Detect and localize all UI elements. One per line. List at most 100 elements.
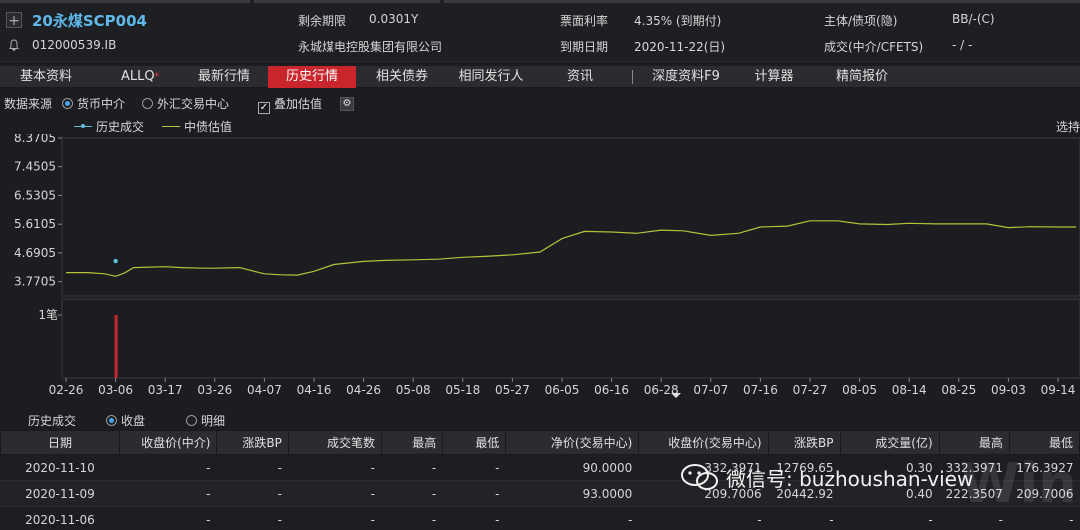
col-date[interactable]: 日期 [0,430,120,455]
history-trades-title: 历史成交 [28,414,77,428]
cell: 90.0000 [505,454,639,481]
cell: 209.7006 [1008,480,1080,507]
history-table: 日期 收盘价(中介) 涨跌BP 成交笔数 最高 最低 净价(交易中心) 收盘价(… [0,430,1080,530]
volume-y-tick-label: 1笔 [38,307,58,322]
x-tick-label: 06-16 [594,383,629,397]
rating-value: BB/-(C) [952,12,995,26]
tab-separator [632,70,633,84]
trade-value: - / - [952,38,973,52]
cell: 0.40 [839,480,940,507]
maturity-label: 到期日期 [560,40,609,54]
x-tick-label: 05-18 [445,383,480,397]
tab-related-bonds[interactable]: 相关债券 [362,66,442,88]
x-tick-label: 06-05 [545,383,580,397]
data-source-label: 数据来源 [4,97,53,111]
col-high[interactable]: 最高 [380,430,444,455]
top-bar-segment [0,0,250,3]
tab-news[interactable]: 资讯 [545,66,615,88]
trade-label: 成交(中介/CFETS) [824,40,924,54]
cell-date: 2020-11-06 [0,506,120,530]
legend-valuation[interactable]: 中债估值 [162,118,232,135]
col-low[interactable]: 最低 [442,430,507,455]
x-tick-label: 04-26 [346,383,381,397]
cell: 20442.92 [767,480,841,507]
radio-empty-icon [186,415,197,426]
radio-detail[interactable]: 明细 [186,412,225,429]
x-tick-label: 09-14 [1041,383,1076,397]
col-high-cfets[interactable]: 最高 [938,430,1010,455]
tab-history[interactable]: 历史行情 [268,66,356,88]
col-close-broker[interactable]: 收盘价(中介) [118,430,218,455]
options-row: 数据来源 货币中介 外汇交易中心 ✓ 叠加估值 ⚙ [0,92,1080,114]
cell: - [442,506,506,530]
bell-icon[interactable] [6,38,22,54]
cell: - [287,506,382,530]
legend-swatch-trades [74,124,92,128]
cell: 222.3507 [938,480,1010,507]
cell: 0.30 [839,454,940,481]
bond-header: + 20永煤SCP004 012000539.IB 剩余期限 0.0301Y 永… [0,0,1080,62]
issuer-name[interactable]: 永城煤电控股集团有限公司 [298,38,442,55]
valuation-series-line [66,220,1076,277]
cell: - [380,506,443,530]
tab-simple-quote[interactable]: 精简报价 [822,66,902,88]
x-tick-label: 08-05 [842,383,877,397]
maturity-value: 2020-11-22(日) [634,40,726,54]
x-tick-label: 03-26 [197,383,232,397]
chart-legend: 历史成交 中债估值 选持 [0,116,1080,134]
col-volume[interactable]: 成交量(亿) [839,430,940,455]
cell: - [380,480,443,507]
trade-point [113,258,118,264]
cell: - [839,506,940,530]
gear-icon: ⚙ [340,97,354,111]
source-radio-broker[interactable]: 货币中介 [62,95,125,112]
y-tick-label: 7.4505 [14,160,56,174]
col-clean-price-cfets[interactable]: 净价(交易中心) [505,430,640,455]
table-row[interactable]: 2020-11-10 - - - - - 90.0000 332.3971 12… [0,454,1080,481]
cell: - [505,506,639,530]
legend-trades[interactable]: 历史成交 [74,118,144,135]
col-close-cfets[interactable]: 收盘价(交易中心) [638,430,769,455]
table-header-row: 日期 收盘价(中介) 涨跌BP 成交笔数 最高 最低 净价(交易中心) 收盘价(… [0,430,1080,455]
chart-select-text[interactable]: 选持 [1056,118,1080,135]
overlay-valuation-checkbox[interactable]: ✓ 叠加估值 [258,95,322,114]
cell: 93.0000 [505,480,639,507]
radio-selected-icon [106,415,117,426]
rating-label: 主体/债项(隐) [824,14,898,28]
tab-basic-info[interactable]: 基本资料 [6,66,86,88]
volume-bar [114,315,118,378]
cell: 332.3971 [938,454,1010,481]
tab-allq[interactable]: ALLQ* [100,66,180,88]
radio-close[interactable]: 收盘 [106,412,145,429]
source-radio-cfets[interactable]: 外汇交易中心 [142,95,229,112]
tab-same-issuer[interactable]: 相同发行人 [448,66,534,88]
x-tick-label: 09-03 [991,383,1026,397]
x-tick-label: 02-26 [49,383,84,397]
col-change-bp-cfets[interactable]: 涨跌BP [767,430,841,455]
table-row[interactable]: 2020-11-06 - - - - - - - - - - - [0,506,1080,530]
cell: - [118,454,217,481]
col-low-cfets[interactable]: 最低 [1008,430,1080,455]
table-row[interactable]: 2020-11-09 - - - - - 93.0000 209.7006 20… [0,480,1080,507]
tab-latest-quotes[interactable]: 最新行情 [184,66,264,88]
cell: 209.7006 [638,480,769,507]
tab-calculator[interactable]: 计算器 [740,66,808,88]
x-tick-label: 03-06 [98,383,133,397]
bond-name[interactable]: 20永煤SCP004 [32,10,147,31]
remaining-term-value: 0.0301Y [369,12,419,26]
coupon-value: 4.35% (到期付) [634,14,722,28]
settings-button[interactable]: ⚙ [340,95,354,111]
cell: - [216,506,289,530]
x-tick-label: 04-16 [297,383,332,397]
tab-deep-data-f9[interactable]: 深度资料F9 [640,66,732,88]
history-chart[interactable]: 8.3705 7.4505 6.5305 5.6105 4.6905 3.7705 1笔 02… [0,134,1080,400]
cell: - [638,506,769,530]
x-tick-label: 08-25 [941,383,976,397]
col-trade-count[interactable]: 成交笔数 [287,430,382,455]
add-icon[interactable]: + [6,12,22,29]
x-tick-label: 08-14 [892,383,927,397]
x-tick-label: 04-07 [247,383,282,397]
col-change-bp[interactable]: 涨跌BP [216,430,289,455]
checkmark-icon: ✓ [258,102,270,114]
y-tick-label: 8.3705 [14,134,56,145]
